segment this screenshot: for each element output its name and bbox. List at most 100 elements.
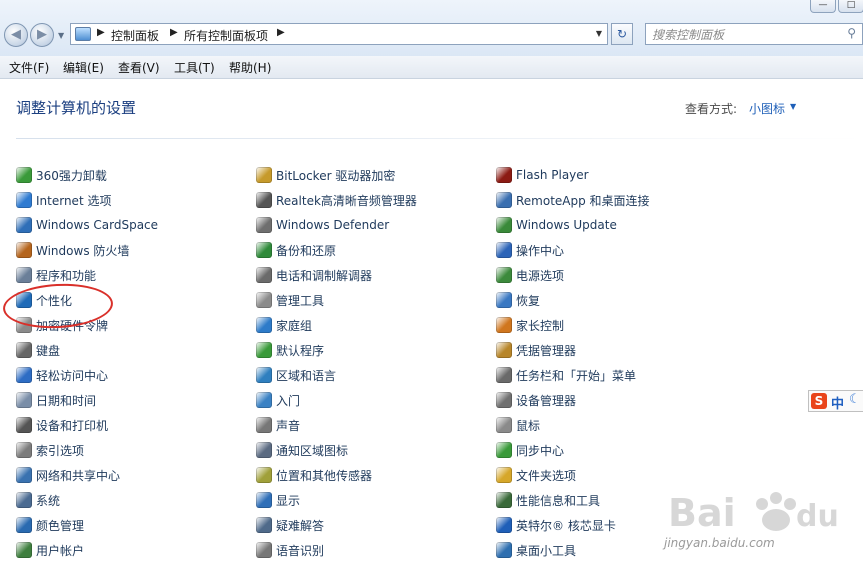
programs-icon [16, 267, 32, 283]
control-panel-item-label: Windows Update [516, 218, 617, 232]
control-panel-item-label: 声音 [276, 418, 301, 433]
control-panel-item[interactable]: 位置和其他传感器 [256, 464, 372, 486]
control-panel-item[interactable]: 桌面小工具 [496, 539, 576, 561]
control-panel-item[interactable]: 通知区域图标 [256, 439, 348, 461]
control-panel-item-label: 家长控制 [516, 318, 565, 333]
control-panel-item-label: 索引选项 [36, 443, 85, 458]
control-panel-item[interactable]: 显示 [256, 489, 300, 511]
control-panel-item[interactable]: 360强力卸载 [16, 164, 107, 186]
moon-icon[interactable]: ☾ [849, 392, 861, 407]
view-by-chevron-down-icon[interactable]: ▼ [790, 102, 796, 111]
control-panel-item[interactable]: 性能信息和工具 [496, 489, 600, 511]
control-panel-item[interactable]: 英特尔® 核芯显卡 [496, 514, 616, 536]
search-icon[interactable]: ⚲ [847, 26, 856, 40]
menu-view[interactable]: 查看(V) [118, 59, 160, 76]
control-panel-item[interactable]: 鼠标 [496, 414, 540, 436]
back-button[interactable]: ◀ [4, 23, 28, 47]
control-panel-item[interactable]: 网络和共享中心 [16, 464, 120, 486]
control-panel-item[interactable]: 文件夹选项 [496, 464, 576, 486]
control-panel-item[interactable]: 轻松访问中心 [16, 364, 108, 386]
control-panel-item[interactable]: 语音识别 [256, 539, 324, 561]
control-panel-item[interactable]: 日期和时间 [16, 389, 96, 411]
menu-edit[interactable]: 编辑(E) [63, 59, 104, 76]
maximize-button[interactable]: □ [838, 0, 863, 13]
control-panel-item[interactable]: 任务栏和「开始」菜单 [496, 364, 636, 386]
troubleshoot-icon [256, 517, 272, 533]
control-panel-item[interactable]: 颜色管理 [16, 514, 84, 536]
control-panel-item-label: Flash Player [516, 168, 589, 182]
control-panel-item[interactable]: Windows Defender [256, 214, 389, 236]
control-panel-item-label: 恢复 [516, 293, 541, 308]
control-panel-item[interactable]: 声音 [256, 414, 300, 436]
control-panel-item-label: BitLocker 驱动器加密 [276, 168, 396, 183]
sogou-ime-icon[interactable]: S [811, 393, 827, 409]
control-panel-item[interactable]: 程序和功能 [16, 264, 96, 286]
control-panel-item[interactable]: 操作中心 [496, 239, 564, 261]
menu-file[interactable]: 文件(F) [9, 59, 49, 76]
control-panel-item[interactable]: 区域和语言 [256, 364, 336, 386]
control-panel-item[interactable]: 电源选项 [496, 264, 564, 286]
control-panel-item[interactable]: 备份和还原 [256, 239, 336, 261]
control-panel-item[interactable]: Windows 防火墙 [16, 239, 129, 261]
control-panel-item[interactable]: Internet 选项 [16, 189, 111, 211]
breadcrumb-all-items[interactable]: 所有控制面板项 [184, 27, 268, 44]
control-panel-item[interactable]: 家庭组 [256, 314, 312, 336]
recent-pages-chevron-icon[interactable]: ▼ [58, 31, 64, 40]
control-panel-item-label: 默认程序 [276, 343, 325, 358]
control-panel-item[interactable]: Flash Player [496, 164, 589, 186]
minimize-button[interactable]: — [810, 0, 836, 13]
control-panel-item[interactable]: 键盘 [16, 339, 60, 361]
control-panel-item[interactable]: 管理工具 [256, 289, 324, 311]
control-panel-item[interactable]: BitLocker 驱动器加密 [256, 164, 395, 186]
control-panel-item-label: 备份和还原 [276, 243, 337, 258]
keyboard-icon [16, 342, 32, 358]
svg-text:du: du [796, 499, 839, 534]
control-panel-item[interactable]: 同步中心 [496, 439, 564, 461]
breadcrumb-control-panel[interactable]: 控制面板 [111, 27, 159, 44]
control-panel-item[interactable]: 凭据管理器 [496, 339, 576, 361]
breadcrumb-separator-icon[interactable]: ▶ [97, 27, 105, 38]
control-panel-item[interactable]: 疑难解答 [256, 514, 324, 536]
view-by-dropdown[interactable]: 小图标 [749, 100, 785, 117]
forward-button[interactable]: ▶ [30, 23, 54, 47]
control-panel-item[interactable]: Windows Update [496, 214, 617, 236]
menu-help[interactable]: 帮助(H) [229, 59, 271, 76]
control-panel-item[interactable]: 电话和调制解调器 [256, 264, 372, 286]
breadcrumb-separator-icon[interactable]: ▶ [277, 27, 285, 38]
ease-of-access-icon [16, 367, 32, 383]
search-box[interactable]: ⚲ [645, 23, 863, 45]
microphone-icon [256, 542, 272, 558]
clock-icon [16, 392, 32, 408]
control-panel-item-label: 文件夹选项 [516, 468, 577, 483]
refresh-button[interactable]: ↻ [611, 23, 633, 45]
control-panel-item[interactable]: RemoteApp 和桌面连接 [496, 189, 650, 211]
control-panel-item[interactable]: 家长控制 [496, 314, 564, 336]
breadcrumb[interactable]: ▶ 控制面板 ▶ 所有控制面板项 ▶ ▼ [70, 23, 608, 45]
control-panel-item[interactable]: 系统 [16, 489, 60, 511]
control-panel-item[interactable]: 设备管理器 [496, 389, 576, 411]
control-panel-item[interactable]: 设备和打印机 [16, 414, 108, 436]
control-panel-item-label: 轻松访问中心 [36, 368, 109, 383]
address-dropdown-icon[interactable]: ▼ [591, 24, 607, 44]
control-panel-item-label: 键盘 [36, 343, 61, 358]
breadcrumb-separator-icon[interactable]: ▶ [170, 27, 178, 38]
control-panel-item-label: 语音识别 [276, 543, 325, 558]
control-panel-item[interactable]: Windows CardSpace [16, 214, 158, 236]
control-panel-item[interactable]: 用户帐户 [16, 539, 84, 561]
control-panel-item-label: 用户帐户 [36, 543, 85, 558]
power-icon [496, 267, 512, 283]
svg-text:Bai: Bai [668, 491, 736, 535]
control-panel-item[interactable]: 索引选项 [16, 439, 84, 461]
control-panel-item-label: 凭据管理器 [516, 343, 577, 358]
search-input[interactable] [650, 25, 834, 45]
baidu-watermark-logo: Bai du [668, 491, 839, 535]
network-icon [16, 467, 32, 483]
control-panel-item[interactable]: Realtek高清晰音频管理器 [256, 189, 417, 211]
control-panel-item[interactable]: 入门 [256, 389, 300, 411]
forward-arrow-icon: ▶ [37, 27, 47, 42]
ime-toolbar[interactable]: S 中 ☾ [808, 390, 863, 412]
control-panel-item[interactable]: 恢复 [496, 289, 540, 311]
menu-tools[interactable]: 工具(T) [174, 59, 215, 76]
control-panel-item[interactable]: 默认程序 [256, 339, 324, 361]
ime-language-indicator[interactable]: 中 [831, 393, 844, 412]
